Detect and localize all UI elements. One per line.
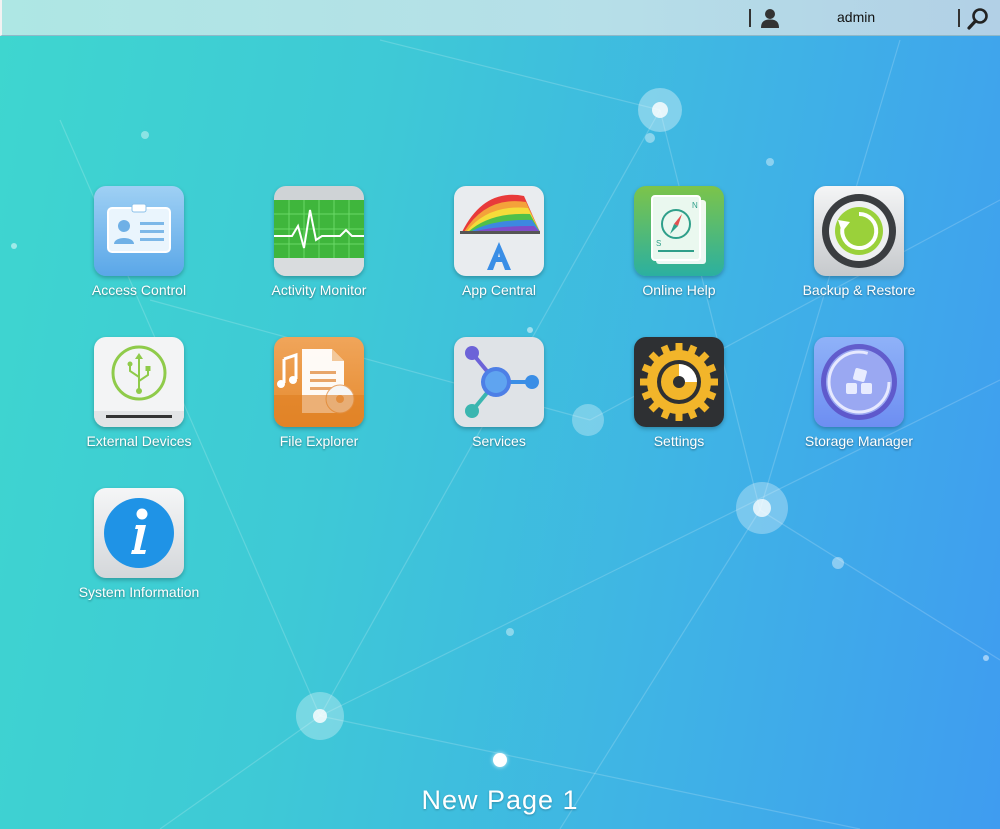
app-label: External Devices <box>86 433 192 449</box>
app-system-information[interactable]: System Information <box>69 488 209 600</box>
app-backup-restore[interactable]: Backup & Restore <box>789 186 929 298</box>
svg-text:S: S <box>656 239 661 248</box>
page-title[interactable]: New Page 1 <box>0 785 1000 816</box>
app-settings[interactable]: Settings <box>609 337 749 449</box>
app-services[interactable]: Services <box>429 337 569 449</box>
app-access-control[interactable]: Access Control <box>69 186 209 298</box>
username-label[interactable]: admin <box>837 9 875 25</box>
svg-text:N: N <box>692 201 698 210</box>
app-label: Services <box>472 433 526 449</box>
info-icon <box>94 488 184 578</box>
gear-icon <box>634 337 724 427</box>
app-label: Backup & Restore <box>802 282 916 298</box>
app-label: Activity Monitor <box>271 282 367 298</box>
app-label: Storage Manager <box>804 433 914 449</box>
app-app-central[interactable]: App Central <box>429 186 569 298</box>
app-storage-manager[interactable]: Storage Manager <box>789 337 929 449</box>
app-activity-monitor[interactable]: Activity Monitor <box>249 186 389 298</box>
divider <box>958 9 960 27</box>
page-indicator-dot[interactable] <box>493 753 507 767</box>
app-label: App Central <box>462 282 536 298</box>
top-bar: admin <box>0 0 1000 36</box>
divider <box>749 9 751 27</box>
search-icon[interactable] <box>966 7 990 31</box>
app-online-help[interactable]: N S Online Help <box>609 186 749 298</box>
restore-circle-icon <box>814 186 904 276</box>
id-card-icon <box>94 186 184 276</box>
app-label: File Explorer <box>279 433 359 449</box>
heartbeat-monitor-icon <box>274 186 364 276</box>
storage-disk-icon <box>814 337 904 427</box>
network-nodes-icon <box>454 337 544 427</box>
app-file-explorer[interactable]: File Explorer <box>249 337 389 449</box>
compass-book-icon: N S <box>634 186 724 276</box>
usb-drive-icon <box>94 337 184 427</box>
app-label: System Information <box>78 584 200 600</box>
app-external-devices[interactable]: External Devices <box>69 337 209 449</box>
app-label: Access Control <box>91 282 187 298</box>
app-label: Settings <box>653 433 705 449</box>
app-label: Online Help <box>642 282 716 298</box>
file-stack-icon <box>274 337 364 427</box>
user-icon[interactable] <box>759 7 781 29</box>
app-central-icon <box>454 186 544 276</box>
